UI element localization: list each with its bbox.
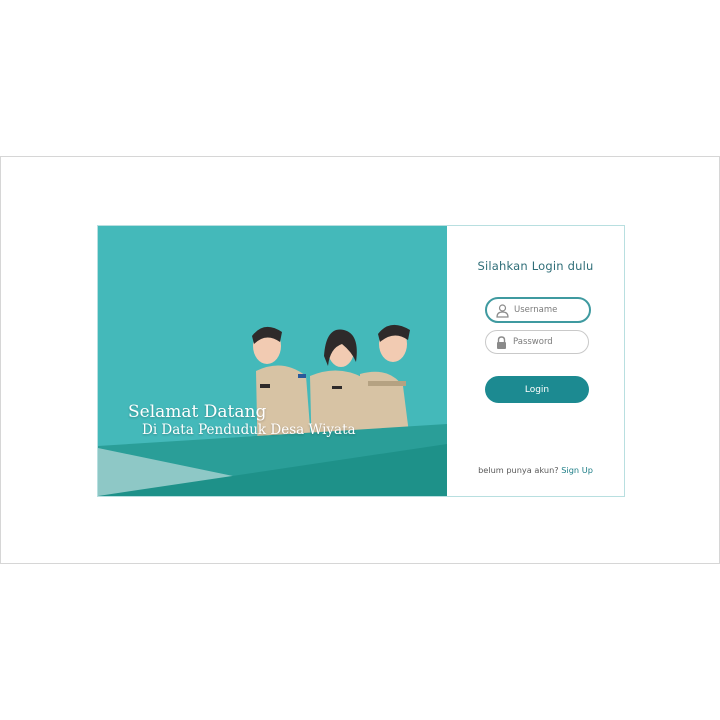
welcome-hero: Selamat Datang Di Data Penduduk Desa Wiy… — [98, 226, 447, 496]
login-card: Selamat Datang Di Data Penduduk Desa Wiy… — [97, 225, 625, 497]
login-title: Silahkan Login dulu — [477, 259, 594, 273]
username-input[interactable] — [514, 302, 584, 318]
welcome-title: Selamat Datang — [128, 402, 267, 422]
signup-link[interactable]: Sign Up — [561, 465, 593, 475]
signup-prompt: belum punya akun? — [478, 465, 559, 475]
username-field[interactable] — [485, 297, 591, 323]
lock-icon — [495, 335, 508, 349]
password-field[interactable] — [485, 330, 589, 354]
password-input[interactable] — [513, 334, 583, 350]
signup-row: belum punya akun? Sign Up — [447, 465, 624, 475]
hero-illustration — [98, 324, 447, 496]
login-panel: Silahkan Login dulu Login belum punya a — [447, 226, 624, 496]
login-button[interactable]: Login — [485, 376, 589, 403]
user-icon — [496, 303, 509, 318]
welcome-subtitle: Di Data Penduduk Desa Wiyata — [142, 422, 356, 438]
